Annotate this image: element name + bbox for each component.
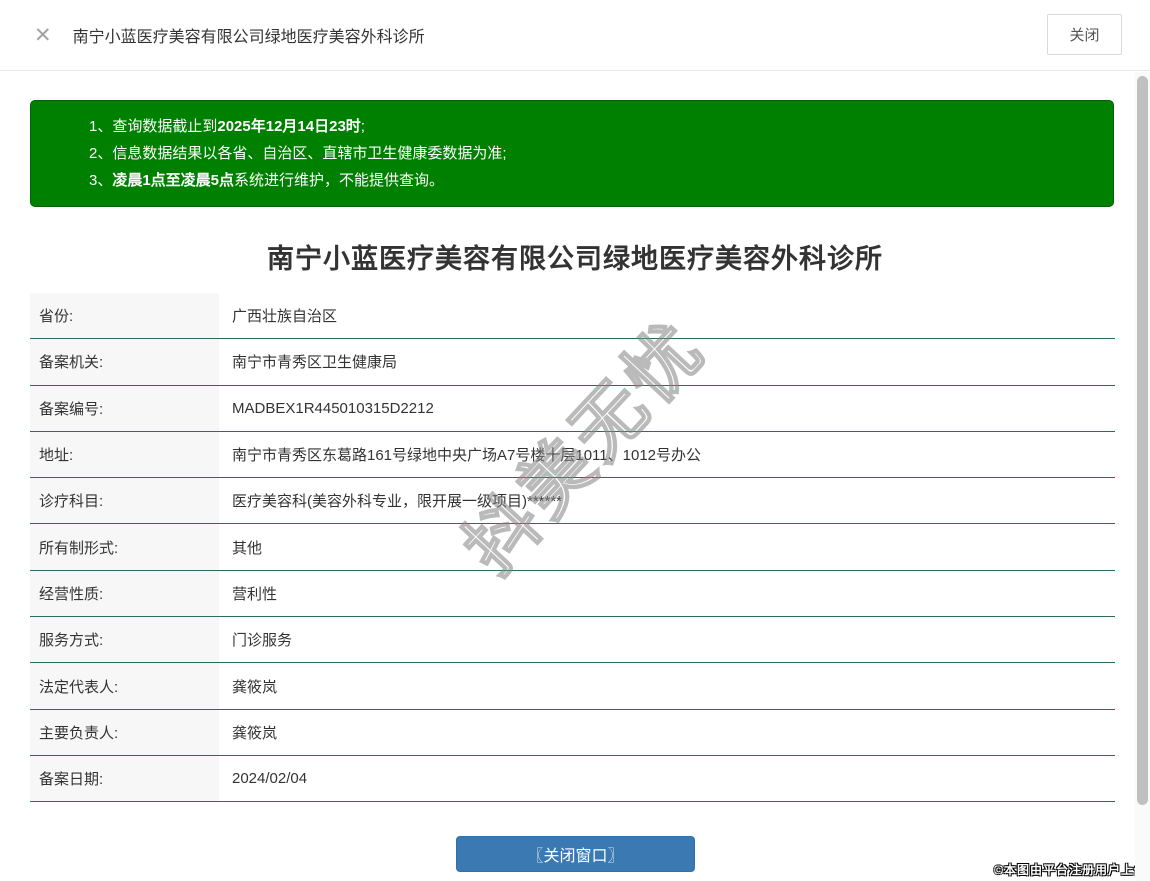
notice-line-2-text: 信息数据结果以各省、自治区、直辖市卫生健康委数据为准; <box>112 145 507 162</box>
record-table: 省份: 广西壮族自治区 备案机关: 南宁市青秀区卫生健康局 备案编号: MADB… <box>30 293 1115 803</box>
row-label: 地址: <box>30 431 219 478</box>
notice-line-1-bold: 2025年12月14日23时 <box>217 118 361 135</box>
row-label: 备案机关: <box>30 339 219 385</box>
row-value: 2024/02/04 <box>232 770 308 788</box>
close-button[interactable]: 关闭 <box>1047 14 1122 55</box>
table-row-legal-representative: 法定代表人: 龚筱岚 <box>30 663 1115 710</box>
scrollbar-thumb[interactable] <box>1137 76 1148 805</box>
row-label: 省份: <box>30 293 219 339</box>
row-value: 广西壮族自治区 <box>232 308 338 326</box>
table-row-medical-subjects: 诊疗科目: 医疗美容科(美容外科专业，限开展一级项目)****** <box>30 478 1115 525</box>
row-label: 备案编号: <box>30 385 219 431</box>
notice-line-1: 1、查询数据截止到2025年12月14日23时; <box>89 113 1093 140</box>
row-value: 龚筱岚 <box>232 724 278 742</box>
row-value: 门诊服务 <box>232 632 293 650</box>
row-value: 营利性 <box>232 585 278 603</box>
notice-line-3: 3、凌晨1点至凌晨5点系统进行维护，不能提供查询。 <box>89 167 1093 194</box>
row-label: 法定代表人: <box>30 663 219 709</box>
row-value: 南宁市青秀区卫生健康局 <box>232 354 398 372</box>
notice-line-3-suffix: 系统进行维护，不能提供查询。 <box>234 172 445 189</box>
notice-line-1-num: 1、 <box>89 118 113 135</box>
row-label: 服务方式: <box>30 617 219 663</box>
table-row-address: 地址: 南宁市青秀区东葛路161号绿地中央广场A7号楼十层1011、1012号办… <box>30 431 1115 479</box>
row-label: 所有制形式: <box>30 524 219 570</box>
close-icon[interactable]: ✕ <box>34 25 52 46</box>
notice-line-1-text: 查询数据截止到 <box>112 118 218 135</box>
row-value: 医疗美容科(美容外科专业，限开展一级项目)****** <box>232 493 563 511</box>
row-value: 南宁市青秀区东葛路161号绿地中央广场A7号楼十层1011、1012号办公 <box>232 447 702 465</box>
table-row-business-nature: 经营性质: 营利性 <box>30 570 1115 618</box>
table-row-filing-date: 备案日期: 2024/02/04 <box>30 755 1115 803</box>
table-row-service-mode: 服务方式: 门诊服务 <box>30 617 1115 664</box>
notice-line-3-bold: 凌晨1点至凌晨5点 <box>112 172 235 189</box>
copyright-watermark: ©本图由平台注册用户上传 <box>994 863 1147 877</box>
table-row-province: 省份: 广西壮族自治区 <box>30 293 1115 340</box>
notice-line-2-num: 2、 <box>89 145 113 162</box>
row-label: 经营性质: <box>30 570 219 617</box>
window-title: 南宁小蓝医疗美容有限公司绿地医疗美容外科诊所 <box>72 29 425 46</box>
page-title: 南宁小蓝医疗美容有限公司绿地医疗美容外科诊所 <box>267 244 883 274</box>
close-window-button[interactable]: 〖关闭窗口〗 <box>456 836 695 872</box>
notice-line-3-num: 3、 <box>89 172 113 189</box>
table-row-filing-authority: 备案机关: 南宁市青秀区卫生健康局 <box>30 339 1115 386</box>
row-value: 龚筱岚 <box>232 678 278 696</box>
notice-banner: 1、查询数据截止到2025年12月14日23时; 2、信息数据结果以各省、自治区… <box>30 100 1114 207</box>
table-row-principal: 主要负责人: 龚筱岚 <box>30 709 1115 756</box>
table-row-filing-number: 备案编号: MADBEX1R445010315D2212 <box>30 385 1115 432</box>
row-value: 其他 <box>232 539 263 557</box>
row-label: 主要负责人: <box>30 709 219 755</box>
table-row-ownership-type: 所有制形式: 其他 <box>30 524 1115 571</box>
row-label: 诊疗科目: <box>30 478 219 524</box>
notice-line-1-suffix: ; <box>360 118 365 135</box>
row-value: MADBEX1R445010315D2212 <box>232 399 434 417</box>
row-label: 备案日期: <box>30 755 219 802</box>
notice-line-2: 2、信息数据结果以各省、自治区、直辖市卫生健康委数据为准; <box>89 140 1093 167</box>
modal-header: ✕ 南宁小蓝医疗美容有限公司绿地医疗美容外科诊所 关闭 <box>0 0 1150 71</box>
